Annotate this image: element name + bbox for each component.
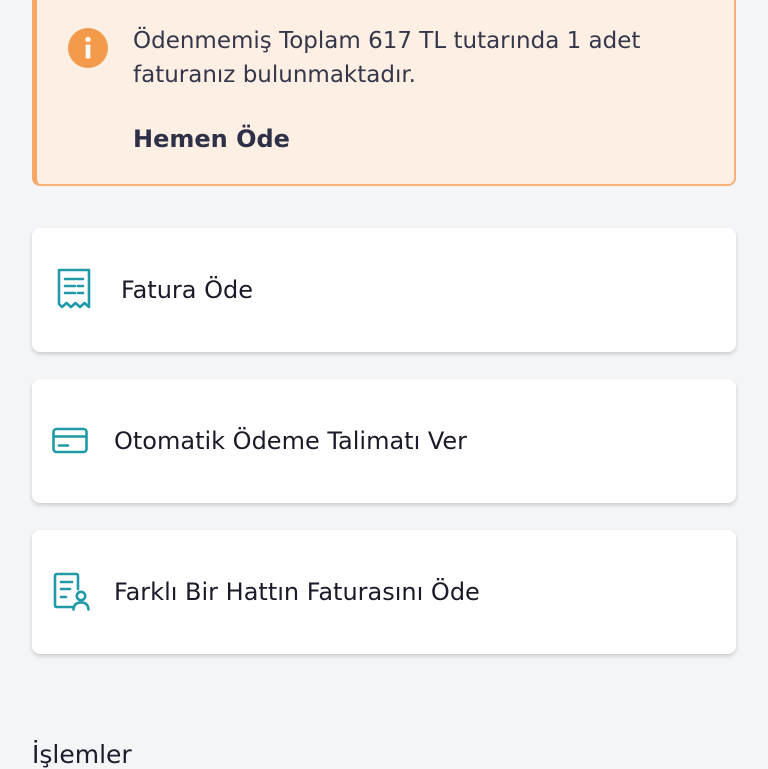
pay-bill-label: Fatura Öde — [121, 276, 254, 304]
alert-message: Ödenmemiş Toplam 617 TL tutarında 1 adet… — [133, 28, 641, 88]
unpaid-bill-alert: Ödenmemiş Toplam 617 TL tutarında 1 adet… — [32, 0, 736, 186]
credit-card-icon — [52, 427, 88, 454]
pay-bill-card[interactable]: Fatura Öde — [32, 228, 736, 352]
info-icon — [68, 28, 108, 68]
receipt-icon — [57, 268, 91, 309]
other-line-bill-label: Farklı Bir Hattın Faturasını Öde — [114, 578, 480, 606]
other-line-bill-card[interactable]: Farklı Bir Hattın Faturasını Öde — [32, 530, 736, 654]
section-title: İşlemler — [32, 740, 132, 769]
pay-now-link[interactable]: Hemen Öde — [133, 125, 290, 153]
auto-payment-card[interactable]: Otomatik Ödeme Talimatı Ver — [32, 379, 736, 503]
document-user-icon — [53, 572, 90, 611]
auto-payment-label: Otomatik Ödeme Talimatı Ver — [114, 427, 468, 455]
